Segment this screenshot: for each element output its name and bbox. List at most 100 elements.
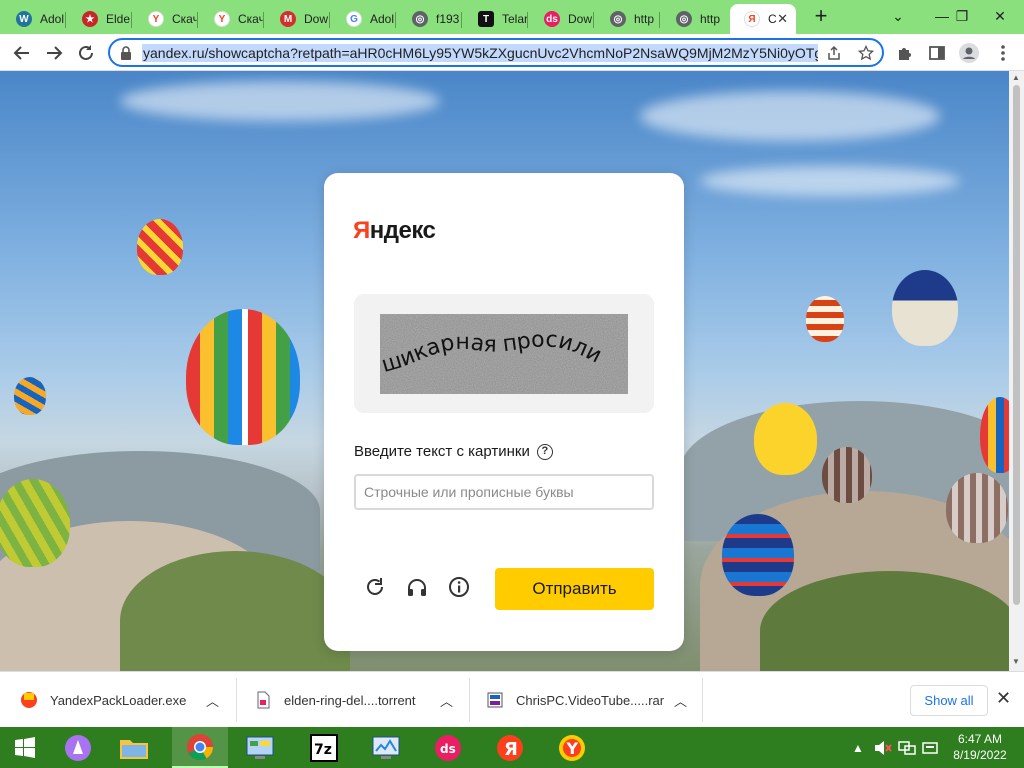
yandex-app-icon[interactable]: Я (482, 727, 538, 768)
network-icon[interactable] (898, 727, 916, 768)
yandex-y-icon: Y (148, 11, 164, 27)
close-downloads-bar-icon[interactable]: ✕ (996, 688, 1011, 709)
tab-4[interactable]: M Dow (266, 4, 330, 34)
tab-active-captcha[interactable]: Я С ✕ (730, 4, 796, 34)
chrome-icon[interactable] (172, 727, 228, 768)
info-icon (449, 577, 469, 597)
balloon-decoration (892, 270, 958, 346)
tab-5[interactable]: G Adol (332, 4, 396, 34)
balloon-decoration (822, 447, 872, 503)
tab-7[interactable]: T Telar (464, 4, 528, 34)
extensions-puzzle-icon[interactable] (894, 42, 916, 64)
side-panel-icon[interactable] (926, 42, 948, 64)
tab-8[interactable]: ds Dow (530, 4, 594, 34)
archive-icon (487, 692, 503, 708)
ds-icon: ds (544, 11, 560, 27)
file-icon (257, 691, 270, 709)
system-monitor-icon[interactable] (358, 727, 414, 768)
keyboard-language-icon[interactable] (922, 727, 938, 768)
show-all-downloads-button[interactable]: Show all (910, 685, 988, 716)
tab-label: Elde (106, 12, 131, 26)
m-circle-icon: M (280, 11, 296, 27)
7zip-icon[interactable]: 7z (296, 727, 352, 768)
download-options-chevron-icon[interactable]: ︿ (674, 672, 687, 728)
yandex-logo: Яндекс (353, 217, 436, 244)
page-scrollbar[interactable]: ▲ ▼ (1009, 71, 1024, 671)
clock-time: 6:47 AM (957, 732, 1003, 746)
star-emblem-icon: ★ (82, 11, 98, 27)
tab-10[interactable]: ◎ http (662, 4, 726, 34)
balloon-decoration (806, 296, 844, 342)
svg-text:Y: Y (566, 739, 579, 758)
file-explorer-icon[interactable] (106, 727, 162, 768)
yandex-installer-icon (21, 692, 37, 708)
start-button[interactable] (0, 727, 50, 768)
tab-0[interactable]: W Adol (2, 4, 66, 34)
submit-captcha-button[interactable]: Отправить (495, 568, 654, 610)
scrollbar-thumb[interactable] (1013, 85, 1020, 605)
tab-6[interactable]: ◎ f193 (398, 4, 462, 34)
captcha-image: шикарная просили (380, 314, 628, 394)
close-tab-icon[interactable]: ✕ (777, 11, 788, 27)
headphones-icon (408, 579, 426, 596)
share-icon[interactable] (824, 43, 844, 63)
forward-button[interactable] (40, 39, 68, 67)
balloon-decoration (754, 403, 817, 475)
tab-1[interactable]: ★ Elde (68, 4, 132, 34)
balloon-decoration (186, 309, 300, 445)
ds-app-icon[interactable]: ds (420, 727, 476, 768)
url-text[interactable]: yandex.ru/showcaptcha?retpath=aHR0cHM6Ly… (142, 44, 818, 62)
tab-3[interactable]: Y Скач (200, 4, 264, 34)
bookmark-star-icon[interactable] (856, 43, 876, 63)
download-item[interactable]: ChrisPC.VideoTube.....rar (486, 672, 664, 728)
globe-icon: ◎ (676, 11, 692, 27)
download-filename: elden-ring-del....torrent (284, 692, 416, 708)
reload-icon (79, 45, 93, 60)
alice-assistant-icon[interactable] (50, 727, 106, 768)
balloon-decoration (14, 377, 46, 415)
window-close-button[interactable]: ✕ (978, 2, 1022, 32)
lock-icon[interactable] (120, 46, 132, 60)
browser-menu-kebab-icon[interactable] (992, 42, 1014, 64)
google-icon: G (346, 11, 362, 27)
tab-search-chevron-icon[interactable]: ⌄ (876, 2, 920, 32)
captcha-prompt-label: Введите текст с картинки (354, 443, 530, 460)
refresh-icon (367, 578, 383, 595)
system-clock[interactable]: 6:47 AM 8/19/2022 (944, 731, 1016, 763)
download-item[interactable]: elden-ring-del....torrent (254, 672, 416, 728)
wordpress-icon: W (16, 11, 32, 27)
yandex-browser-icon[interactable]: Y (544, 727, 600, 768)
balloon-decoration (980, 397, 1009, 473)
globe-icon: ◎ (610, 11, 626, 27)
audio-captcha-button[interactable] (404, 574, 430, 600)
download-item[interactable]: YandexPackLoader.exe (20, 672, 186, 728)
windows-taskbar: 7z ds Я Y ▲ 6:47 AM 8/19/2022 (0, 727, 1024, 768)
refresh-captcha-button[interactable] (362, 574, 388, 600)
balloon-decoration (137, 219, 183, 275)
reload-button[interactable] (72, 39, 100, 67)
download-filename: YandexPackLoader.exe (50, 692, 187, 708)
tab-label: Telar (502, 12, 528, 26)
downloads-bar: YandexPackLoader.exe ︿ elden-ring-del...… (0, 671, 1024, 727)
download-options-chevron-icon[interactable]: ︿ (206, 672, 219, 728)
balloon-decoration (946, 473, 1008, 543)
download-options-chevron-icon[interactable]: ︿ (440, 672, 453, 728)
volume-muted-icon[interactable] (874, 727, 892, 768)
scroll-down-arrow-icon[interactable]: ▼ (1012, 657, 1020, 666)
captcha-answer-input[interactable] (354, 474, 654, 510)
captcha-prompt-row: Введите текст с картинки ? (354, 443, 553, 460)
back-button[interactable] (8, 39, 36, 67)
control-panel-icon[interactable] (232, 727, 288, 768)
profile-avatar-icon[interactable] (958, 42, 980, 64)
tab-label: http (634, 12, 655, 26)
help-question-icon[interactable]: ? (536, 443, 553, 460)
scroll-up-arrow-icon[interactable]: ▲ (1012, 73, 1020, 82)
new-tab-button[interactable]: + (808, 4, 834, 30)
tab-2[interactable]: Y Скач (134, 4, 198, 34)
captcha-info-button[interactable] (446, 574, 472, 600)
captcha-image-container: шикарная просили (354, 294, 654, 413)
back-arrow-icon (13, 46, 29, 60)
show-hidden-icons-chevron-icon[interactable]: ▲ (852, 727, 864, 768)
tab-9[interactable]: ◎ http (596, 4, 660, 34)
address-bar[interactable]: yandex.ru/showcaptcha?retpath=aHR0cHM6Ly… (108, 38, 884, 67)
